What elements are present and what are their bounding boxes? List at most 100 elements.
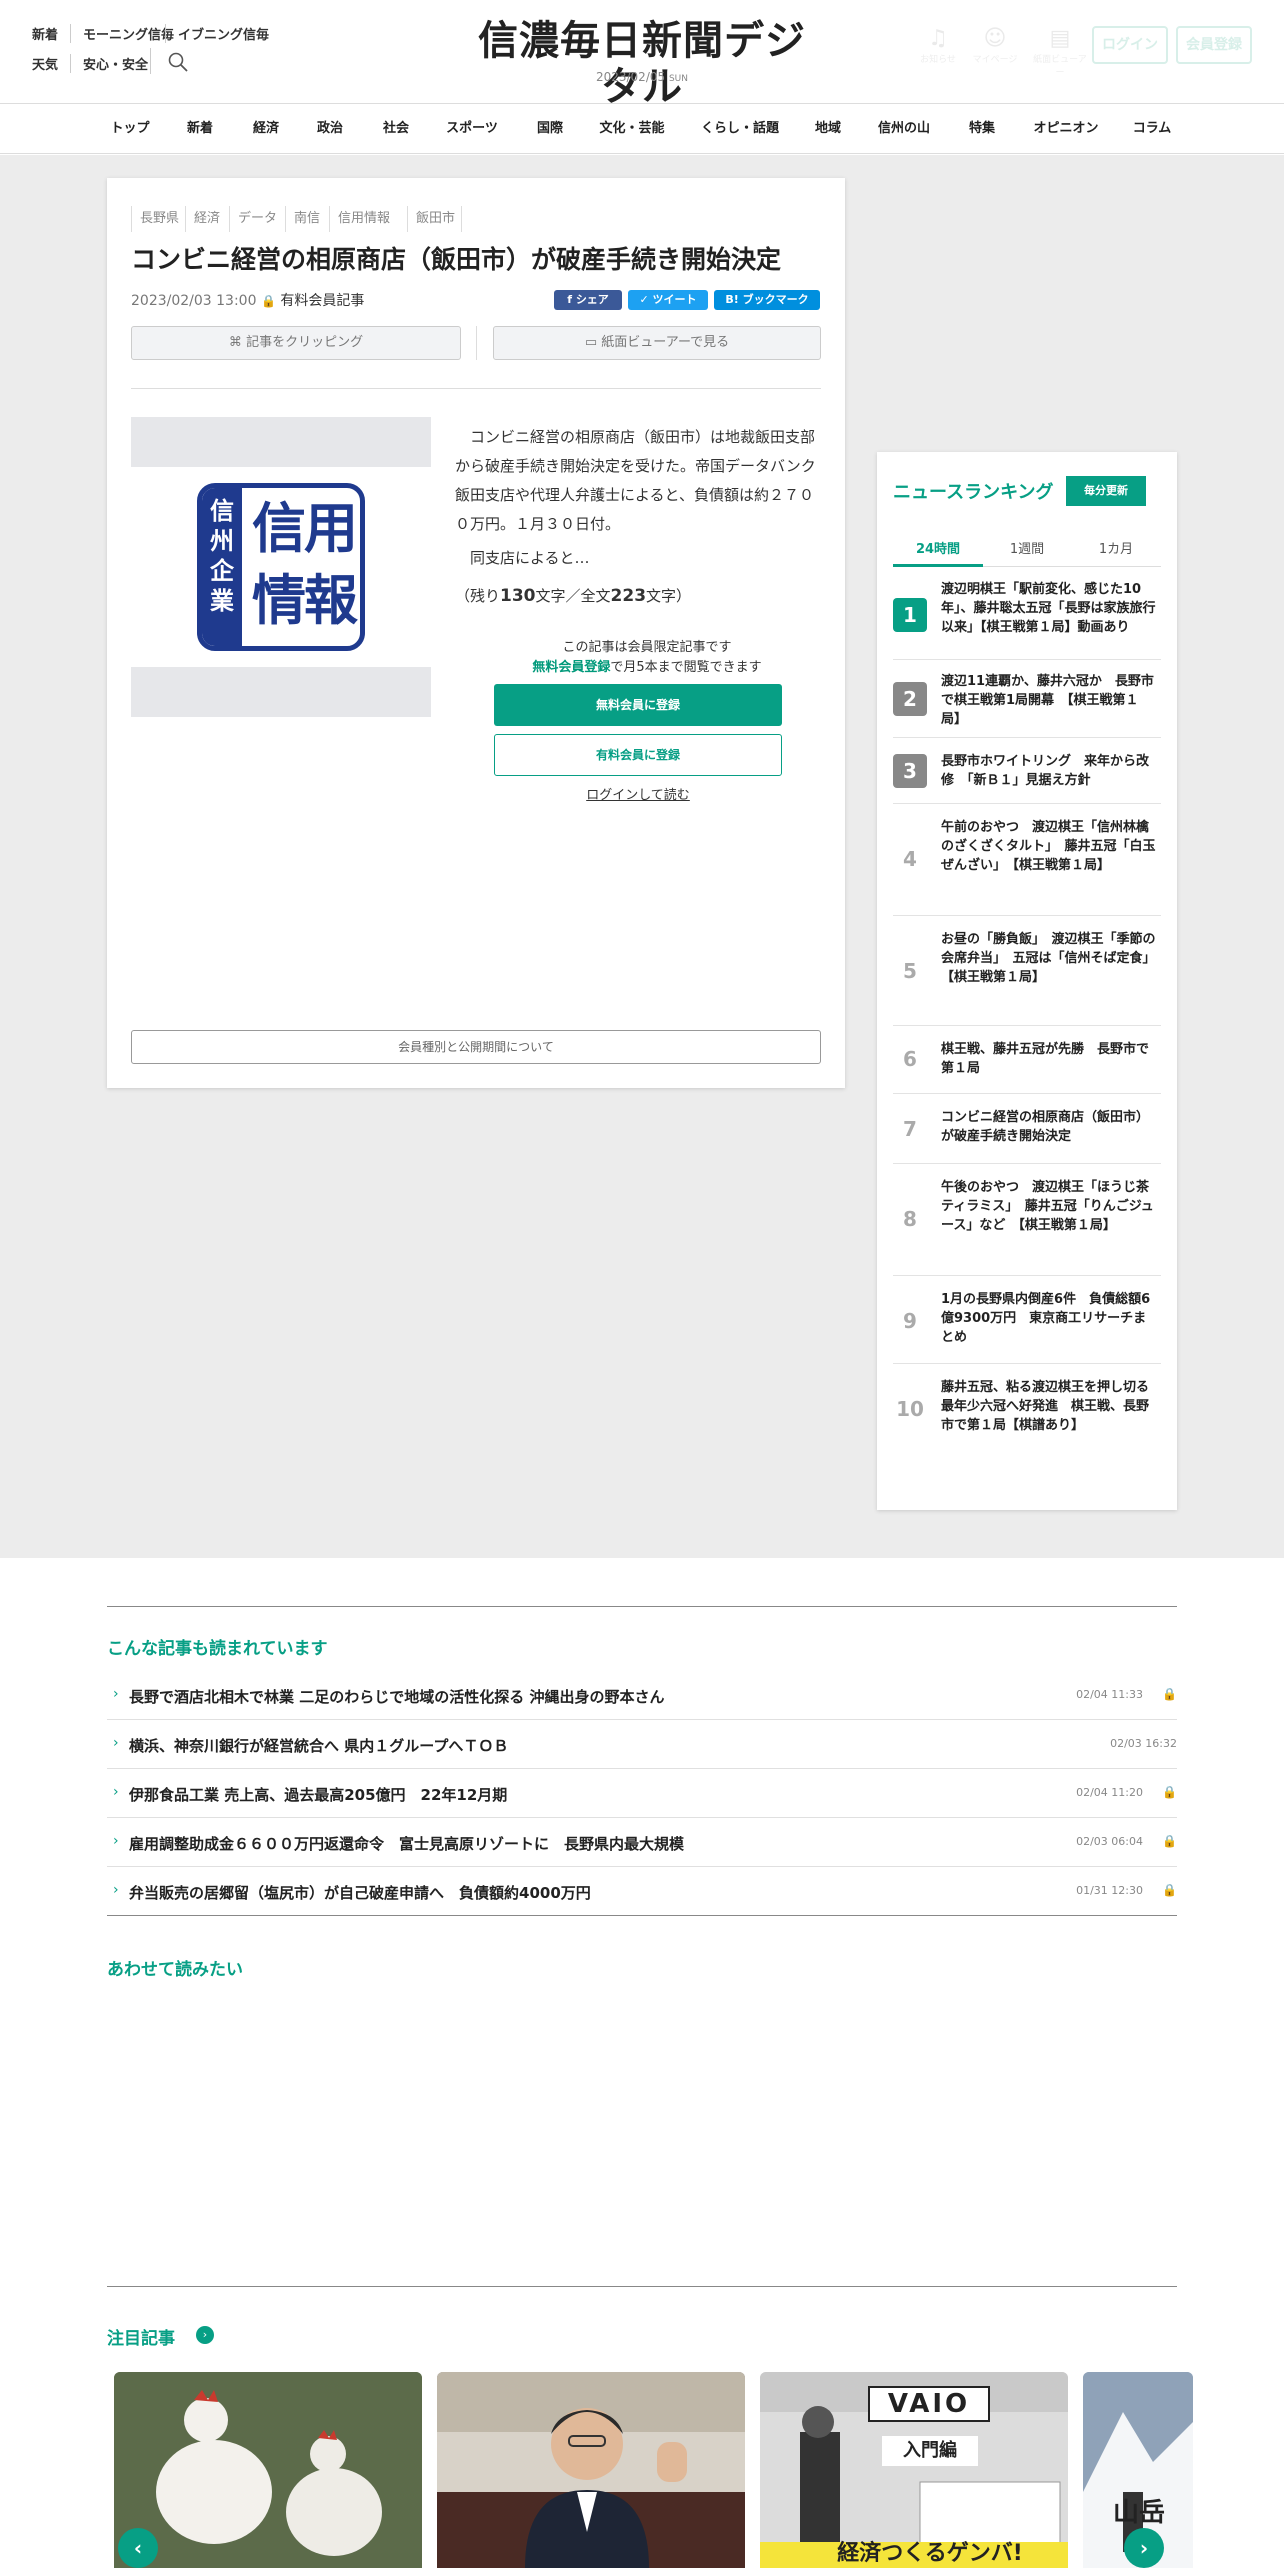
header-mypage-label: マイページ — [972, 55, 1018, 65]
ranking-item-text: 渡辺明棋王「駅前変化、感じた10年」、藤井聡太五冠「長野は家族旅行以来」【棋王戦… — [941, 582, 1156, 635]
ranking-item[interactable]: 3 長野市ホワイトリング 来年から改修 「新Ｂ１」見据え方針 — [893, 738, 1161, 804]
nav-item-politics[interactable]: 政治 — [300, 104, 360, 154]
nav-item-feature[interactable]: 特集 — [952, 104, 1012, 154]
related-article-title: 雇用調整助成金６６００万円返還命令 富士見高原リゾートに 長野県内最大規模 — [129, 1835, 685, 1853]
article-tag[interactable]: 経済 — [185, 206, 220, 232]
arrow-right-circle-icon[interactable]: › — [196, 2326, 214, 2344]
card-label-intro: 入門編 — [882, 2436, 978, 2466]
nav-item-culture[interactable]: 文化・芸能 — [592, 104, 672, 154]
main-nav: トップ 新着 経済 政治 社会 スポーツ 国際 文化・芸能 くらし・話題 地域 … — [0, 104, 1284, 154]
header-viewer[interactable]: ▤ 紙面ビューアー — [1030, 26, 1090, 78]
search-icon — [168, 52, 188, 72]
section-divider — [107, 1606, 1177, 1607]
tab-1month[interactable]: 1カ月 — [1071, 538, 1161, 557]
chevron-left-icon: ‹ — [133, 2536, 143, 2560]
also-read-section-title: あわせて読みたい — [107, 1960, 243, 1980]
nav-item-mountain[interactable]: 信州の山 — [868, 104, 940, 154]
free-member-register-button[interactable]: 無料会員に登録 — [494, 684, 782, 726]
header-link-evening[interactable]: イブニング信毎 — [165, 24, 269, 43]
nav-item-life[interactable]: くらし・話題 — [690, 104, 790, 154]
ranking-item[interactable]: 4 午前のおやつ 渡辺棋王「信州林檎のざくざくタルト」 藤井五冠「白玉ぜんざい」 … — [893, 804, 1161, 916]
nav-item-opinion[interactable]: オピニオン — [1024, 104, 1108, 154]
related-article[interactable]: › 長野で酒店北相木で林業 二足のわらじで地域の活性化探る 沖縄出身の野本さん 02… — [107, 1671, 1177, 1720]
hatena-bookmark-label: ブックマーク — [742, 293, 809, 306]
related-article[interactable]: › 弁当販売の居郷留（塩尻市）が自己破産申請へ 負債額約4000万円 01/31 1… — [107, 1867, 1177, 1916]
credit-info-badge: 信州企業 信用情報 — [197, 483, 365, 651]
nav-item-economy[interactable]: 経済 — [236, 104, 296, 154]
paid-member-register-button[interactable]: 有料会員に登録 — [494, 734, 782, 776]
related-article-date: 02/03 16:32 — [1110, 1737, 1177, 1750]
article-tag[interactable]: 長野県 — [131, 206, 179, 232]
nav-item-new[interactable]: 新着 — [170, 104, 230, 154]
clip-button[interactable]: ⌘ 記事をクリッピング — [131, 326, 461, 360]
article-tag[interactable]: 飯田市 — [407, 206, 463, 232]
site-logo[interactable]: 信濃毎日新聞デジタル — [460, 18, 824, 110]
article-tag[interactable]: 信用情報 — [329, 206, 390, 232]
related-article[interactable]: › 横浜、神奈川銀行が経営統合へ 県内１グループへＴＯＢ 02/03 16:32 — [107, 1720, 1177, 1769]
free-register-link[interactable]: 無料会員登録 — [532, 660, 610, 675]
related-article[interactable]: › 伊那食品工業 売上高、過去最高205億円 22年12月期 02/04 11:20… — [107, 1769, 1177, 1818]
nav-item-region[interactable]: 地域 — [798, 104, 858, 154]
ranking-item[interactable]: 1 渡辺明棋王「駅前変化、感じた10年」、藤井聡太五冠「長野は家族旅行以来」【棋王… — [893, 576, 1161, 660]
carousel-next-button[interactable]: › — [1124, 2528, 1164, 2568]
related-article-title: 横浜、神奈川銀行が経営統合へ 県内１グループへＴＯＢ — [129, 1737, 509, 1755]
remain-count: 130 — [500, 586, 536, 606]
nav-item-sports[interactable]: スポーツ — [436, 104, 508, 154]
remaining-count: （残り130文字／全文223文字） — [455, 582, 821, 611]
featured-card-portrait[interactable] — [437, 2372, 745, 2568]
viewer-button[interactable]: ▭ 紙面ビューアーで見る — [493, 326, 821, 360]
header-link-weather[interactable]: 天気 — [32, 54, 58, 73]
article-membership: 有料会員記事 — [280, 293, 365, 309]
article-tag[interactable]: 南信 — [285, 206, 320, 232]
twitter-share-button[interactable]: ✓ ツイート — [628, 290, 708, 310]
hatena-bookmark-button[interactable]: B! ブックマーク — [714, 290, 820, 310]
header-link-safety[interactable]: 安心・安全 — [70, 54, 148, 73]
carousel-prev-button[interactable]: ‹ — [118, 2528, 158, 2568]
register-button[interactable]: 会員登録 — [1176, 26, 1252, 64]
ranking-item[interactable]: 10 藤井五冠、粘る渡辺棋王を押し切る 最年少六冠へ好発進 棋王戦、長野市で第１局… — [893, 1364, 1162, 1456]
related-article[interactable]: › 雇用調整助成金６６００万円返還命令 富士見高原リゾートに 長野県内最大規模 02… — [107, 1818, 1177, 1867]
header-link-new[interactable]: 新着 — [32, 24, 58, 43]
ranking-item[interactable]: 7 コンビニ経営の相原商店（飯田市）が破産手続き開始決定 — [893, 1094, 1161, 1164]
tab-1week[interactable]: 1週間 — [982, 538, 1072, 557]
nav-item-column[interactable]: コラム — [1122, 104, 1182, 154]
lock-icon: 🔒 — [1162, 1785, 1177, 1799]
tab-24h[interactable]: 24時間 — [893, 538, 983, 557]
lock-icon: 🔒 — [1162, 1687, 1177, 1701]
ranking-item-text: コンビニ経営の相原商店（飯田市）が破産手続き開始決定 — [941, 1110, 1150, 1144]
members-only-notice: この記事は会員限定記事です — [562, 640, 732, 655]
nav-item-international[interactable]: 国際 — [520, 104, 580, 154]
total-count: 223 — [610, 586, 647, 606]
hens-photo — [114, 2372, 422, 2568]
card-label-series: 経済つくるゲンバ! — [837, 2541, 1023, 2566]
search-button[interactable] — [150, 48, 188, 74]
featured-card-hens[interactable] — [114, 2372, 422, 2568]
ranking-item[interactable]: 9 1月の長野県内倒産6件 負債総額6億9300万円 東京商工リサーチまとめ — [893, 1276, 1161, 1364]
rank-number: 1 — [893, 598, 927, 632]
section-divider — [107, 2286, 1177, 2287]
chevron-right-icon: › — [113, 1686, 119, 1702]
ranking-item[interactable]: 5 お昼の「勝負飯」 渡辺棋王「季節の会席弁当」 五冠は「信州そば定食」 【棋王戦… — [893, 916, 1162, 1026]
membership-info-button[interactable]: 会員種別と公開期間について — [131, 1030, 821, 1064]
header-mypage[interactable]: ☺ マイページ — [965, 26, 1025, 65]
divider — [476, 326, 477, 360]
header-link-morning[interactable]: モーニング信毎 — [70, 24, 174, 43]
viewer-label: 紙面ビューアーで見る — [601, 335, 730, 350]
article-tag[interactable]: データ — [229, 206, 277, 232]
ranking-item[interactable]: 6 棋王戦、藤井五冠が先勝 長野市で第１局 — [893, 1026, 1161, 1094]
related-article-date: 02/04 11:20 — [1076, 1786, 1143, 1799]
login-to-read-link[interactable]: ログインして読む — [494, 784, 782, 803]
nav-item-society[interactable]: 社会 — [366, 104, 426, 154]
header-notice[interactable]: ♫ お知らせ — [908, 26, 968, 65]
nav-item-top[interactable]: トップ — [100, 104, 160, 154]
remain-prefix: （残り — [455, 587, 501, 605]
card-label-vaio: VAIO — [868, 2386, 990, 2422]
facebook-share-button[interactable]: f シェア — [554, 290, 622, 310]
ranking-item[interactable]: 2 渡辺11連覇か、藤井六冠か 長野市で棋王戦第1局開幕 【棋王戦第１局】 — [893, 660, 1161, 738]
ranking-item-text: 渡辺11連覇か、藤井六冠か 長野市で棋王戦第1局開幕 【棋王戦第１局】 — [941, 674, 1154, 727]
featured-card-vaio[interactable]: VAIO 入門編 経済つくるゲンバ! — [760, 2372, 1068, 2568]
man-portrait-photo — [437, 2372, 745, 2568]
login-button[interactable]: ログイン — [1092, 26, 1168, 64]
rank-number: 2 — [893, 682, 927, 716]
ranking-item[interactable]: 8 午後のおやつ 渡辺棋王「ほうじ茶ティラミス」 藤井五冠「りんごジュース」など … — [893, 1164, 1161, 1276]
